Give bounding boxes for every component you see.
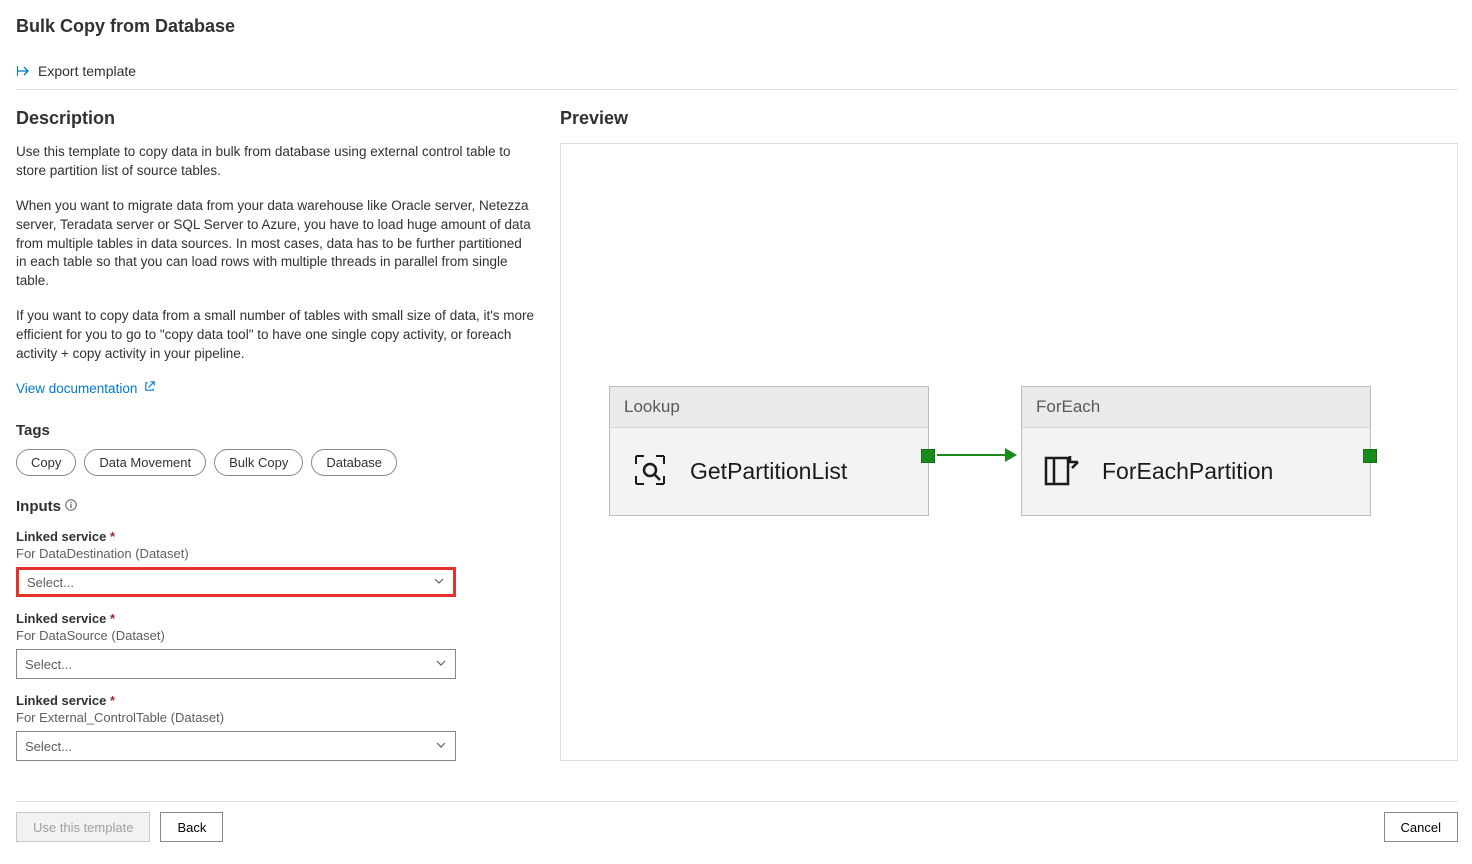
tag-row: Copy Data Movement Bulk Copy Database (16, 449, 536, 476)
description-paragraph: When you want to migrate data from your … (16, 197, 536, 291)
node-connector-out[interactable] (921, 449, 935, 463)
field-sublabel: For External_ControlTable (Dataset) (16, 710, 536, 725)
field-label: Linked service * (16, 611, 536, 626)
foreach-node[interactable]: ForEach ForEachPartition (1021, 386, 1371, 516)
tags-heading: Tags (16, 422, 536, 439)
preview-heading: Preview (560, 108, 1458, 129)
field-sublabel: For DataDestination (Dataset) (16, 546, 536, 561)
field-label: Linked service * (16, 529, 536, 544)
tag-pill[interactable]: Database (311, 449, 397, 476)
left-pane: Description Use this template to copy da… (16, 108, 536, 775)
description-paragraph: If you want to copy data from a small nu… (16, 307, 536, 364)
preview-canvas[interactable]: Lookup GetPartitionList (560, 143, 1458, 761)
node-name: GetPartitionList (690, 458, 847, 485)
view-documentation-label: View documentation (16, 381, 137, 396)
field-sublabel: For DataSource (Dataset) (16, 628, 536, 643)
select-placeholder: Select... (25, 657, 72, 672)
info-icon[interactable] (65, 498, 77, 515)
node-type-label: ForEach (1022, 387, 1370, 428)
page-title: Bulk Copy from Database (16, 16, 1458, 37)
linked-service-field-controltable: Linked service * For External_ControlTab… (16, 693, 536, 761)
description-paragraph: Use this template to copy data in bulk f… (16, 143, 536, 181)
right-pane: Preview Lookup GetPartitionList (560, 108, 1458, 775)
node-type-label: Lookup (610, 387, 928, 428)
required-asterisk: * (110, 693, 115, 708)
tag-pill[interactable]: Data Movement (84, 449, 206, 476)
flow-arrow (937, 454, 1007, 456)
toolbar: Export template (16, 63, 1458, 90)
linked-service-field-datasource: Linked service * For DataSource (Dataset… (16, 611, 536, 679)
footer: Use this template Back Cancel (16, 801, 1458, 842)
view-documentation-link[interactable]: View documentation (16, 380, 156, 396)
linked-service-select-datadestination[interactable]: Select... (16, 567, 456, 597)
select-placeholder: Select... (27, 575, 74, 590)
required-asterisk: * (110, 611, 115, 626)
linked-service-field-datadestination: Linked service * For DataDestination (Da… (16, 529, 536, 597)
inputs-heading: Inputs (16, 498, 77, 515)
tag-pill[interactable]: Bulk Copy (214, 449, 303, 476)
lookup-icon (630, 450, 670, 493)
export-template-label: Export template (38, 63, 136, 79)
inputs-heading-label: Inputs (16, 498, 61, 515)
external-link-icon (143, 380, 156, 396)
foreach-icon (1042, 450, 1082, 493)
required-asterisk: * (110, 529, 115, 544)
tag-pill[interactable]: Copy (16, 449, 76, 476)
field-label: Linked service * (16, 693, 536, 708)
linked-service-select-datasource[interactable]: Select... (16, 649, 456, 679)
chevron-down-icon (435, 657, 447, 672)
chevron-down-icon (433, 575, 445, 590)
export-template-button[interactable]: Export template (16, 63, 136, 79)
description-heading: Description (16, 108, 536, 129)
export-icon (16, 63, 32, 79)
back-button[interactable]: Back (160, 812, 223, 842)
select-placeholder: Select... (25, 739, 72, 754)
node-connector-out[interactable] (1363, 449, 1377, 463)
node-name: ForEachPartition (1102, 458, 1273, 485)
chevron-down-icon (435, 739, 447, 754)
lookup-node[interactable]: Lookup GetPartitionList (609, 386, 929, 516)
use-this-template-button[interactable]: Use this template (16, 812, 150, 842)
cancel-button[interactable]: Cancel (1384, 812, 1458, 842)
linked-service-select-controltable[interactable]: Select... (16, 731, 456, 761)
